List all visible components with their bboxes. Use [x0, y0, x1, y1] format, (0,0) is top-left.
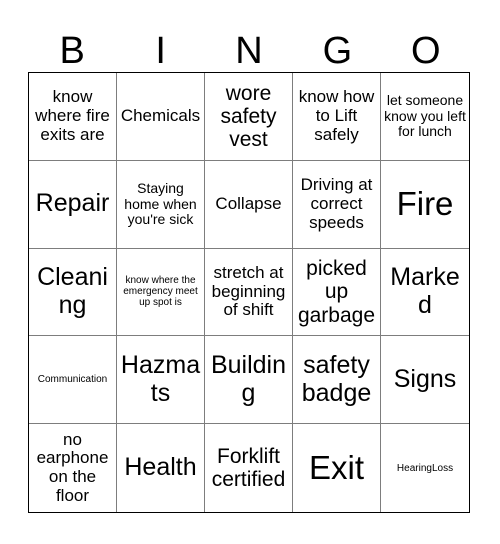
bingo-cell-label: Cleaning [37, 263, 108, 319]
bingo-cell-r3c1[interactable]: Cleaning [29, 248, 117, 337]
bingo-cell-r4c1[interactable]: Communication [29, 336, 117, 425]
bingo-cell-r5c1[interactable]: no earphone on the floor [29, 424, 117, 512]
bingo-cell-r2c5[interactable]: Fire [381, 160, 469, 249]
bingo-header-letter-i: I [155, 30, 166, 72]
bingo-cell-r2c1[interactable]: Repair [29, 160, 117, 249]
bingo-cell-r3c5[interactable]: Marked [381, 248, 469, 337]
bingo-cell-label: Health [124, 453, 197, 482]
bingo-cell-label: Marked [390, 263, 460, 319]
bingo-cell-label: Hazmats [120, 351, 201, 407]
bingo-grid: know where fire exits are Chemicals wore… [28, 72, 470, 513]
bingo-cell-label: let someone know you left for lunch [384, 92, 466, 140]
bingo-cell-label: safety badge [301, 351, 372, 407]
bingo-cell-label: stretch at beginning of shift [211, 262, 286, 320]
bingo-cell-label: Exit [308, 448, 364, 486]
bingo-cell-r4c2[interactable]: Hazmats [117, 336, 205, 425]
bingo-cell-label: no earphone on the floor [36, 429, 109, 505]
bingo-cell-r2c4[interactable]: Driving at correct speeds [293, 160, 381, 249]
bingo-header-letter-b: B [59, 30, 85, 72]
bingo-cell-r1c2[interactable]: Chemicals [117, 73, 205, 161]
bingo-cell-label: Building [210, 351, 287, 407]
bingo-card: B I N G O know where fire exits are Chem… [0, 0, 500, 544]
bingo-cell-r1c1[interactable]: know where fire exits are [29, 73, 117, 161]
bingo-cell-r4c4[interactable]: safety badge [293, 336, 381, 425]
bingo-cell-label: Signs [393, 365, 457, 394]
bingo-cell-label: picked up garbage [297, 257, 376, 327]
bingo-cell-r5c3[interactable]: Forklift certified [205, 424, 293, 512]
bingo-cell-r1c5[interactable]: let someone know you left for lunch [381, 73, 469, 161]
bingo-header-letter-o: O [411, 30, 441, 72]
bingo-cell-r3c2[interactable]: know where the emergency meet up spot is [117, 248, 205, 337]
bingo-cell-label: Communication [37, 374, 108, 386]
bingo-cell-label: Repair [35, 189, 110, 218]
bingo-cell-label: Collapse [215, 193, 282, 213]
bingo-cell-label: Driving at correct speeds [300, 175, 373, 232]
bingo-cell-r5c2[interactable]: Health [117, 424, 205, 512]
bingo-cell-r2c3[interactable]: Collapse [205, 160, 293, 249]
bingo-cell-label: know how to Lift safely [298, 87, 375, 144]
bingo-cell-r2c2[interactable]: Staying home when you're sick [117, 160, 205, 249]
bingo-cell-r5c5[interactable]: HearingLoss [381, 424, 469, 512]
bingo-cell-r3c3[interactable]: stretch at beginning of shift [205, 248, 293, 337]
bingo-cell-label: Forklift certified [211, 445, 286, 492]
bingo-cell-r5c4[interactable]: Exit [293, 424, 381, 512]
bingo-header-letter-g: G [322, 30, 353, 72]
bingo-cell-r1c4[interactable]: know how to Lift safely [293, 73, 381, 161]
bingo-cell-label: know where the emergency meet up spot is [123, 275, 198, 309]
bingo-cell-label: wore safety vest [220, 81, 277, 151]
bingo-cell-label: HearingLoss [396, 462, 454, 474]
bingo-header-letter-n: N [235, 30, 263, 72]
bingo-cell-label: know where fire exits are [35, 87, 110, 144]
bingo-header-row: B I N G O [28, 14, 470, 72]
bingo-cell-label: Chemicals [120, 106, 201, 126]
bingo-cell-label: Fire [396, 185, 454, 223]
bingo-cell-r1c3[interactable]: wore safety vest [205, 73, 293, 161]
bingo-cell-r4c3[interactable]: Building [205, 336, 293, 425]
bingo-cell-r3c4[interactable]: picked up garbage [293, 248, 381, 337]
bingo-cell-r4c5[interactable]: Signs [381, 336, 469, 425]
bingo-cell-label: Staying home when you're sick [124, 180, 197, 227]
